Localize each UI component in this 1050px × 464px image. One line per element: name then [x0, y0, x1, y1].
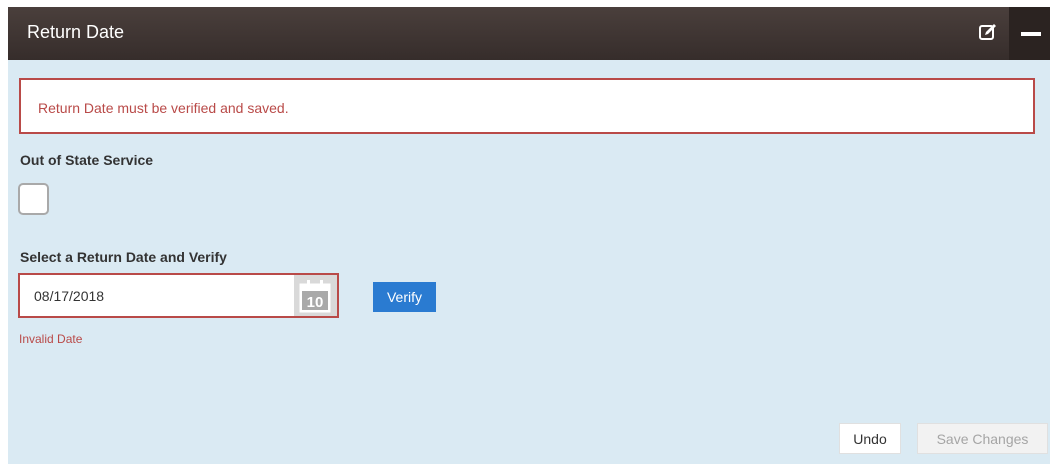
calendar-button[interactable]: 10: [294, 275, 337, 316]
return-date-input[interactable]: [20, 275, 294, 316]
alert-message: Return Date must be verified and saved.: [38, 100, 289, 116]
return-date-label: Select a Return Date and Verify: [20, 249, 227, 265]
undo-button[interactable]: Undo: [839, 423, 901, 454]
minimize-icon: [1021, 32, 1041, 36]
out-of-state-label: Out of State Service: [20, 152, 154, 168]
date-error-message: Invalid Date: [19, 332, 83, 346]
out-of-state-checkbox[interactable]: [18, 183, 49, 215]
validation-alert: Return Date must be verified and saved.: [19, 78, 1035, 134]
calendar-icon: 10: [299, 280, 331, 313]
calendar-day: 10: [307, 294, 324, 311]
save-changes-button[interactable]: Save Changes: [917, 423, 1048, 454]
return-date-field: 10: [18, 273, 339, 318]
return-date-panel: Return Date Return Date must be verified…: [8, 7, 1050, 464]
minimize-button[interactable]: [1009, 7, 1050, 60]
panel-title: Return Date: [27, 22, 125, 42]
panel-header: Return Date: [8, 7, 1050, 60]
verify-button[interactable]: Verify: [373, 282, 436, 312]
edit-icon[interactable]: [978, 22, 998, 42]
